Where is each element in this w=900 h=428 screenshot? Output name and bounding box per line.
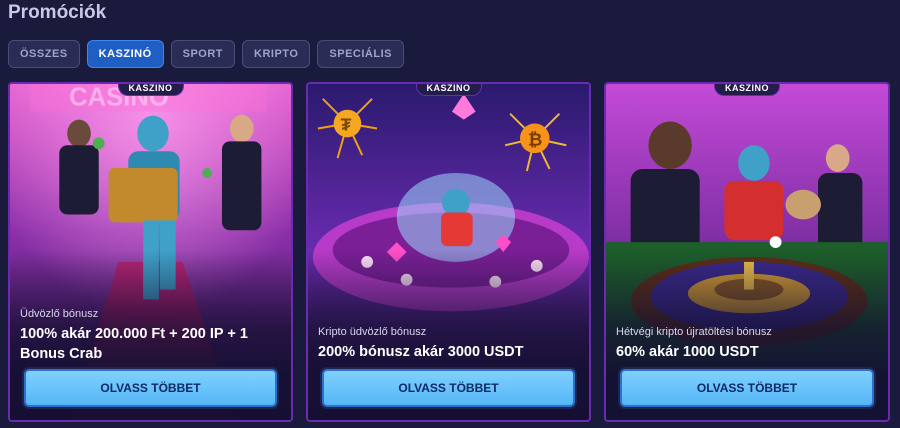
category-badge: KASZINÓ	[415, 84, 482, 96]
category-badge: KASZINÓ	[714, 84, 780, 96]
tab-sport[interactable]: SPORT	[170, 40, 236, 68]
read-more-button[interactable]: OLVASS TÖBBET	[620, 369, 874, 407]
promo-headline: 100% akár 200.000 Ft + 200 IP + 1 Bonus …	[20, 326, 248, 362]
promo-card-weekend-reload[interactable]: KASZINÓ Hétvégi kripto újratöltési bónus…	[604, 82, 890, 422]
promo-card-welcome[interactable]: CASINO KASZINÓ Üdvözlő bónusz 100% akár …	[8, 82, 293, 422]
svg-text:₮: ₮	[341, 114, 352, 134]
svg-text:₿: ₿	[528, 129, 542, 149]
tab-kaszino[interactable]: KASZINÓ	[86, 40, 164, 68]
promo-subtitle: Üdvözlő bónusz	[20, 308, 99, 320]
promo-subtitle: Hétvégi kripto újratöltési bónusz	[616, 326, 772, 338]
tab-osszes[interactable]: ÖSSZES	[8, 40, 80, 68]
promo-filter-tabs: ÖSSZES KASZINÓ SPORT KRIPTO SPECIÁLIS	[8, 40, 404, 68]
promo-headline: 60% akár 1000 USDT	[616, 344, 759, 360]
promo-card-crypto-welcome[interactable]: ₮ ₿ KASZINÓ Kripto üdvözlő bónusz 200% b…	[306, 82, 591, 422]
category-badge: KASZINÓ	[117, 84, 184, 96]
promo-headline: 200% bónusz akár 3000 USDT	[318, 344, 524, 360]
tab-kripto[interactable]: KRIPTO	[242, 40, 311, 68]
read-more-button[interactable]: OLVASS TÖBBET	[322, 369, 575, 407]
promo-subtitle: Kripto üdvözlő bónusz	[318, 326, 427, 338]
page-title: Promóciók	[8, 2, 107, 23]
read-more-button[interactable]: OLVASS TÖBBET	[24, 369, 277, 407]
tab-specialis[interactable]: SPECIÁLIS	[317, 40, 404, 68]
